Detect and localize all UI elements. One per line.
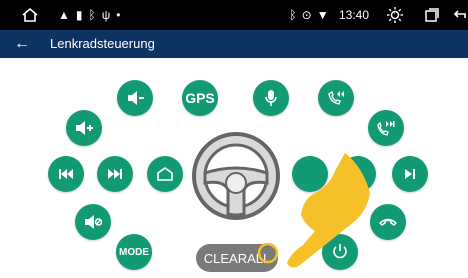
system-icons: ᛒ ⊙ ▼ bbox=[285, 0, 333, 30]
house-icon bbox=[157, 167, 173, 181]
bluetooth-off-icon: ᛒ bbox=[88, 8, 96, 22]
call-next-button[interactable] bbox=[368, 110, 404, 146]
next-track-button[interactable] bbox=[97, 156, 133, 192]
skip-forward-icon bbox=[108, 169, 122, 179]
location-icon: ⊙ bbox=[301, 8, 312, 22]
back-nav-icon[interactable] bbox=[452, 0, 468, 30]
steering-control-panel: GPS MODE CLEARALL bbox=[0, 58, 468, 278]
mode-button[interactable]: MODE bbox=[116, 234, 152, 270]
mute-button[interactable] bbox=[75, 204, 111, 240]
mode-label: MODE bbox=[119, 246, 149, 258]
status-bar: ▲ ▮ ᛒ ψ • ᛒ ⊙ ▼ 13:40 bbox=[0, 0, 468, 30]
back-arrow-icon[interactable]: ← bbox=[14, 30, 30, 58]
volume-up-button[interactable] bbox=[66, 110, 102, 146]
notification-icons: ▲ ▮ ᛒ ψ • bbox=[58, 0, 148, 30]
dot-icon: • bbox=[116, 8, 121, 22]
skip-back-icon bbox=[59, 169, 73, 179]
gps-label: GPS bbox=[185, 90, 215, 106]
battery-icon: ▮ bbox=[75, 8, 83, 22]
voice-button[interactable] bbox=[253, 80, 289, 116]
volume-down-button[interactable] bbox=[117, 80, 153, 116]
previous-track-button[interactable] bbox=[48, 156, 84, 192]
phone-prev-icon bbox=[328, 90, 344, 105]
pointing-hand-icon bbox=[255, 153, 375, 273]
bluetooth-icon: ᛒ bbox=[289, 8, 297, 22]
gps-button[interactable]: GPS bbox=[182, 80, 218, 116]
play-pause-icon bbox=[405, 169, 415, 179]
hang-up-icon bbox=[378, 218, 398, 226]
recent-apps-icon[interactable] bbox=[420, 0, 444, 30]
home-icon[interactable] bbox=[18, 0, 42, 30]
usb-icon: ψ bbox=[101, 8, 111, 22]
app-bar: ← Lenkradsteuerung bbox=[0, 30, 468, 58]
page-title: Lenkradsteuerung bbox=[50, 36, 155, 51]
play-pause-button[interactable] bbox=[392, 156, 428, 192]
wifi-icon: ▼ bbox=[316, 8, 329, 22]
warning-icon: ▲ bbox=[58, 8, 70, 22]
hang-up-button[interactable] bbox=[370, 204, 406, 240]
home-button[interactable] bbox=[147, 156, 183, 192]
volume-mute-icon bbox=[85, 215, 103, 229]
clock: 13:40 bbox=[338, 8, 370, 22]
microphone-icon bbox=[265, 90, 277, 106]
call-previous-button[interactable] bbox=[318, 80, 354, 116]
brightness-icon[interactable] bbox=[383, 0, 407, 30]
phone-next-icon bbox=[377, 121, 395, 136]
